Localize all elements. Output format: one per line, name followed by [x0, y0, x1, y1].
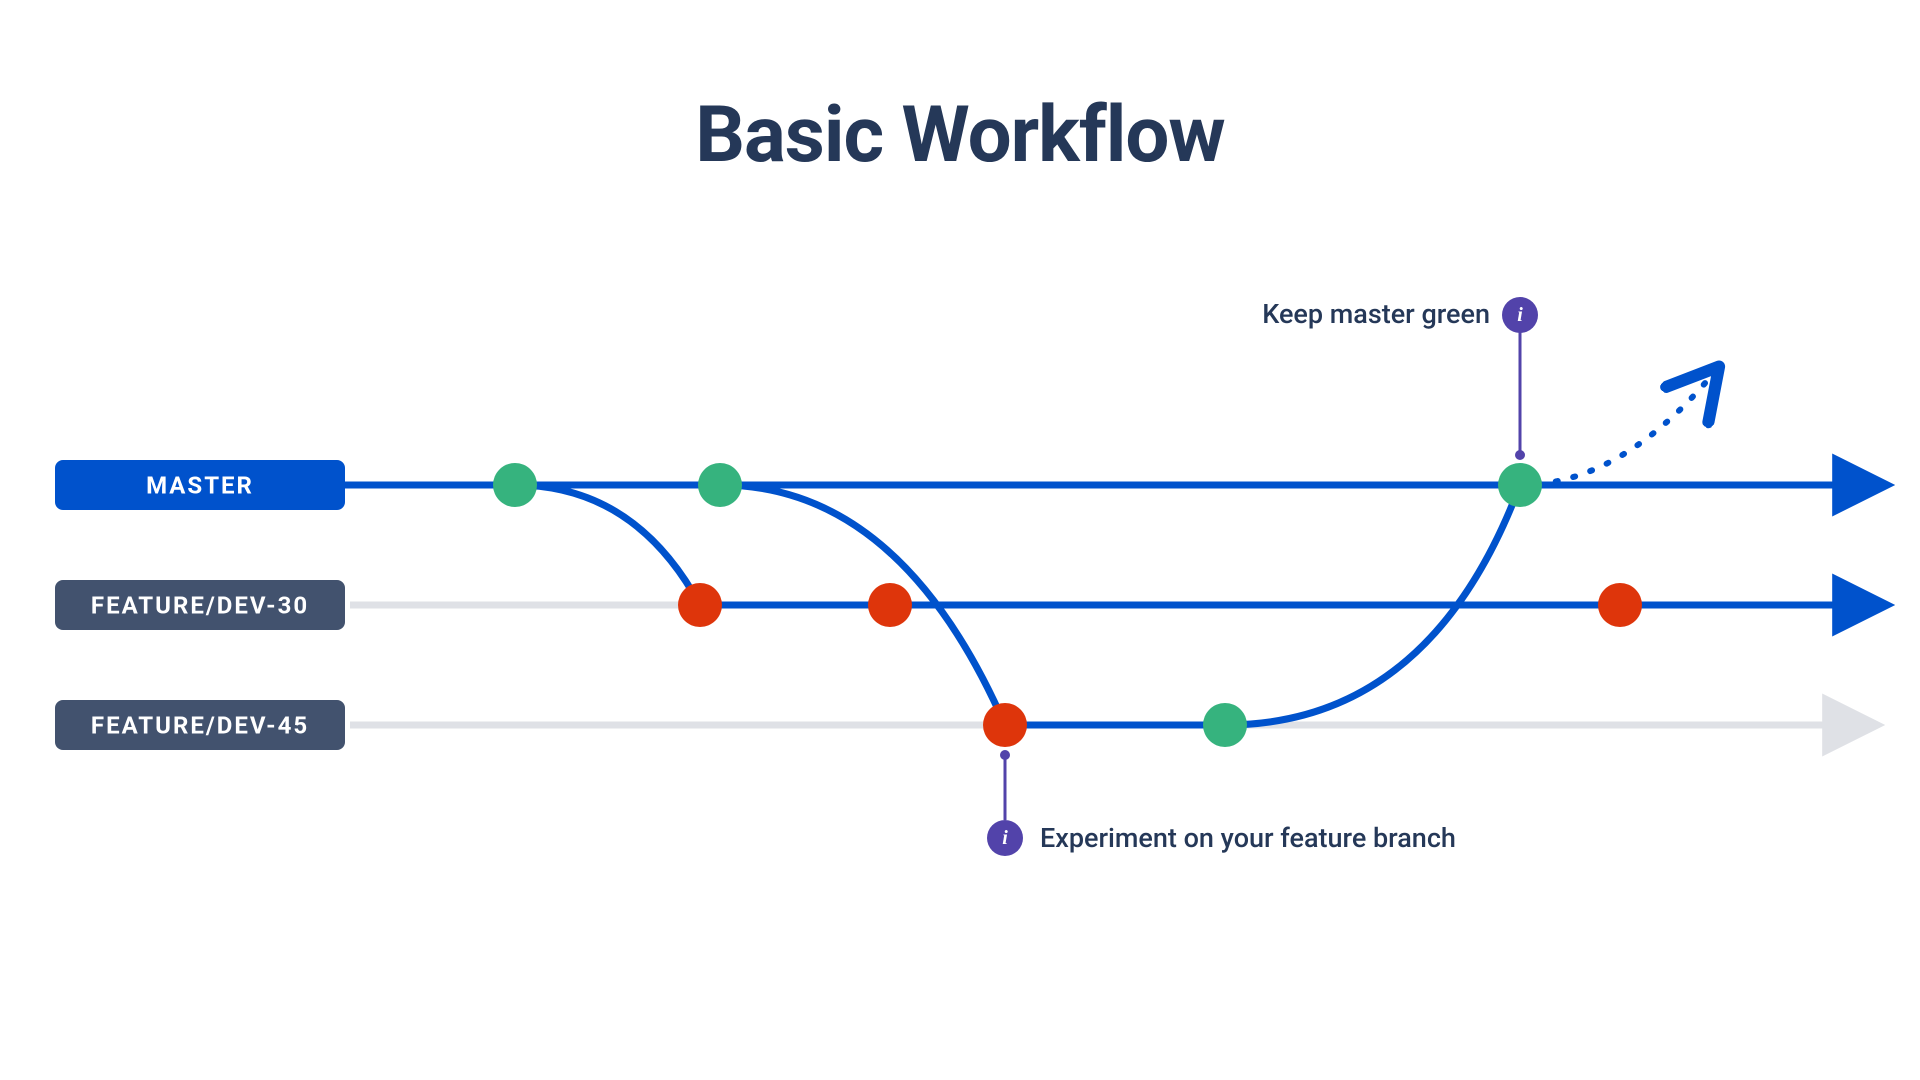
note-bottom-text: Experiment on your feature branch	[1040, 822, 1456, 854]
commit-master-2	[698, 463, 742, 507]
commit-feature45-1	[983, 703, 1027, 747]
workflow-diagram: MASTER FEATURE/DEV-30 FEATURE/DEV-45 i K…	[0, 0, 1920, 1080]
commit-feature30-3	[1598, 583, 1642, 627]
commit-feature30-2	[868, 583, 912, 627]
note-bottom: i Experiment on your feature branch	[987, 750, 1456, 856]
note-top-text: Keep master green	[1262, 298, 1490, 330]
commit-master-3	[1498, 463, 1542, 507]
svg-text:i: i	[1517, 304, 1523, 326]
commit-feature45-2	[1203, 703, 1247, 747]
commit-master-1	[493, 463, 537, 507]
note-top: i Keep master green	[1262, 297, 1538, 460]
branch-label-feature30: FEATURE/DEV-30	[91, 591, 309, 619]
branch-label-master: MASTER	[146, 471, 254, 499]
commit-feature30-1	[678, 583, 722, 627]
svg-text:i: i	[1002, 827, 1008, 849]
branch-label-feature45: FEATURE/DEV-45	[91, 711, 309, 739]
